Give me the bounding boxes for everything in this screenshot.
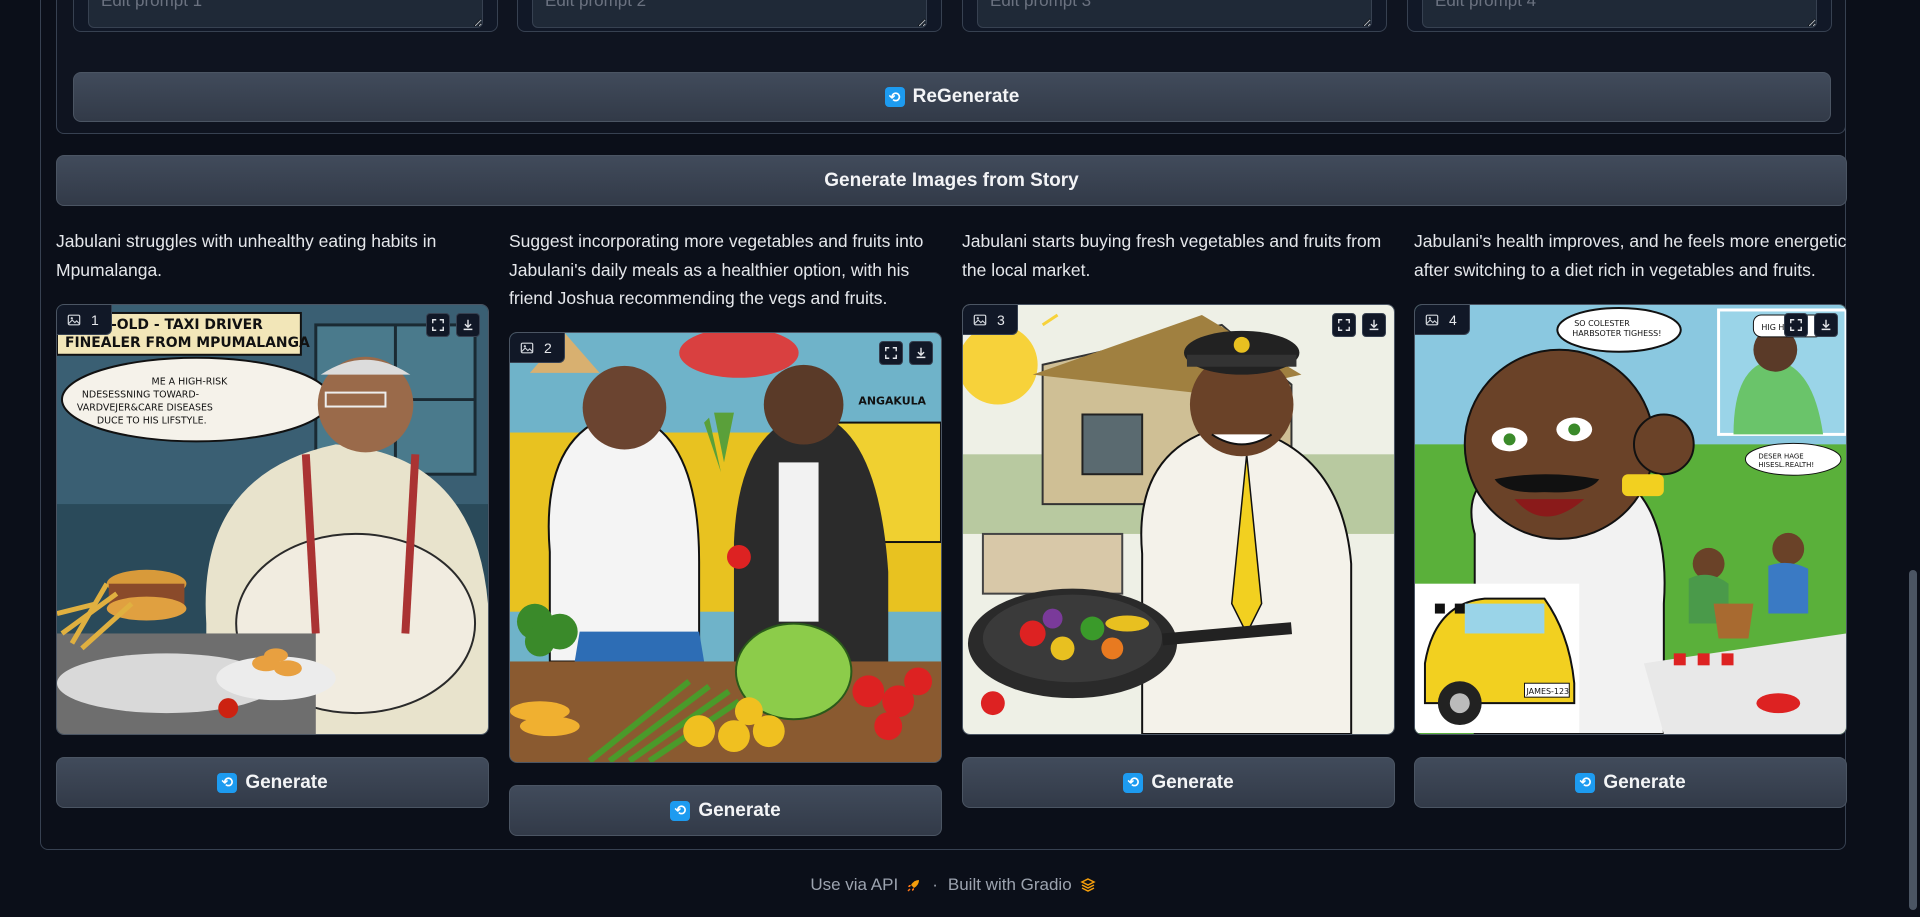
prompt-cell-2 — [517, 0, 942, 32]
download-icon — [916, 347, 926, 359]
fullscreen-button-1[interactable] — [426, 313, 450, 337]
fullscreen-icon — [1338, 319, 1350, 331]
generate-label-1: Generate — [245, 771, 328, 793]
image-label-4: 4 — [1415, 305, 1470, 335]
comic-image-3 — [963, 305, 1394, 734]
prompt-input-1[interactable] — [88, 0, 483, 28]
generate-images-button[interactable]: Generate Images from Story — [56, 155, 1847, 206]
fullscreen-button-2[interactable] — [879, 341, 903, 365]
image-card-1[interactable]: EAR'R-OLD - TAXI DRIVER FINEALER FROM MP… — [56, 304, 489, 735]
download-icon — [1369, 319, 1379, 331]
image-index-3: 3 — [997, 311, 1005, 328]
built-with-gradio-link[interactable]: Built with Gradio — [948, 875, 1096, 895]
download-button-1[interactable] — [456, 313, 480, 337]
generate-button-1[interactable]: ⟲ Generate — [56, 757, 489, 808]
caption-1: Jabulani struggles with unhealthy eating… — [56, 231, 437, 280]
image-icon — [67, 314, 81, 325]
generate-button-3[interactable]: ⟲ Generate — [962, 757, 1395, 808]
use-via-api-link[interactable]: Use via API — [810, 875, 922, 895]
caption-4: Jabulani's health improves, and he feels… — [1414, 231, 1847, 280]
rocket-icon — [907, 880, 920, 892]
svg-text:SO COLESTER: SO COLESTER — [1574, 319, 1630, 328]
fullscreen-icon — [885, 347, 897, 359]
svg-text:HARBSOTER TIGHESS!: HARBSOTER TIGHESS! — [1572, 329, 1661, 338]
footer-separator: · — [932, 875, 938, 894]
art-text-banner-2: FINEALER FROM MPUMALANGA — [65, 335, 310, 351]
fullscreen-icon — [432, 319, 444, 331]
generate-label-4: Generate — [1603, 771, 1686, 793]
footer: Use via API · Built with Gradio — [0, 870, 1906, 900]
comic-image-1: EAR'R-OLD - TAXI DRIVER FINEALER FROM MP… — [57, 305, 488, 734]
prompt-cell-4 — [1407, 0, 1832, 32]
refresh-icon: ⟲ — [1575, 772, 1596, 793]
art-text-sign: ANGAKULA — [858, 395, 926, 408]
caption-2: Suggest incorporating more vegetables an… — [509, 231, 924, 308]
download-icon — [1821, 319, 1831, 331]
image-icon — [1425, 314, 1439, 325]
regenerate-button[interactable]: ⟲ ReGenerate — [73, 72, 1831, 122]
generate-label-2: Generate — [698, 799, 781, 821]
download-button-3[interactable] — [1362, 313, 1386, 337]
prompt-cell-3 — [962, 0, 1387, 32]
image-label-2: 2 — [510, 333, 565, 363]
image-index-4: 4 — [1449, 311, 1457, 328]
generate-images-label: Generate Images from Story — [824, 169, 1079, 191]
image-icon — [520, 342, 534, 353]
image-index-2: 2 — [544, 339, 552, 356]
prompt-input-3[interactable] — [977, 0, 1372, 28]
image-card-2[interactable]: ANGAKULA 2 — [509, 332, 942, 763]
generate-label-3: Generate — [1151, 771, 1234, 793]
prompt-cell-1 — [73, 0, 498, 32]
regenerate-label: ReGenerate — [912, 86, 1020, 107]
comic-image-4: SO COLESTER HARBSOTER TIGHESS! HIG HYP D… — [1415, 305, 1846, 734]
generate-button-2[interactable]: ⟲ Generate — [509, 785, 942, 836]
refresh-icon: ⟲ — [1123, 772, 1144, 793]
fullscreen-button-3[interactable] — [1332, 313, 1356, 337]
page-scrollbar[interactable] — [1906, 0, 1920, 917]
image-label-1: 1 — [57, 305, 112, 335]
image-card-4[interactable]: SO COLESTER HARBSOTER TIGHESS! HIG HYP D… — [1414, 304, 1847, 735]
download-icon — [463, 319, 473, 331]
prompt-panel: ⟲ ReGenerate — [56, 0, 1846, 134]
refresh-icon: ⟲ — [217, 772, 238, 793]
svg-text:HISESL.REALTH!: HISESL.REALTH! — [1758, 461, 1814, 469]
art-text-plate: JAMES-123 — [1525, 687, 1569, 696]
image-card-3[interactable]: 3 — [962, 304, 1395, 735]
prompt-input-2[interactable] — [532, 0, 927, 28]
fullscreen-button-4[interactable] — [1784, 313, 1808, 337]
gradio-logo-icon — [1079, 878, 1096, 892]
comic-image-2: ANGAKULA — [510, 333, 941, 762]
refresh-icon: ⟲ — [670, 800, 691, 821]
prompt-input-4[interactable] — [1422, 0, 1817, 28]
image-index-1: 1 — [91, 311, 99, 328]
scrollbar-thumb[interactable] — [1909, 570, 1917, 910]
download-button-4[interactable] — [1814, 313, 1838, 337]
refresh-icon: ⟲ — [884, 87, 905, 107]
generate-button-4[interactable]: ⟲ Generate — [1414, 757, 1847, 808]
built-with-gradio-label: Built with Gradio — [947, 875, 1072, 894]
fullscreen-icon — [1790, 319, 1802, 331]
caption-3: Jabulani starts buying fresh vegetables … — [962, 231, 1382, 280]
use-via-api-label: Use via API — [810, 875, 899, 894]
download-button-2[interactable] — [909, 341, 933, 365]
image-label-3: 3 — [963, 305, 1018, 335]
image-icon — [973, 314, 987, 325]
svg-text:DESER HAGE: DESER HAGE — [1758, 452, 1803, 460]
